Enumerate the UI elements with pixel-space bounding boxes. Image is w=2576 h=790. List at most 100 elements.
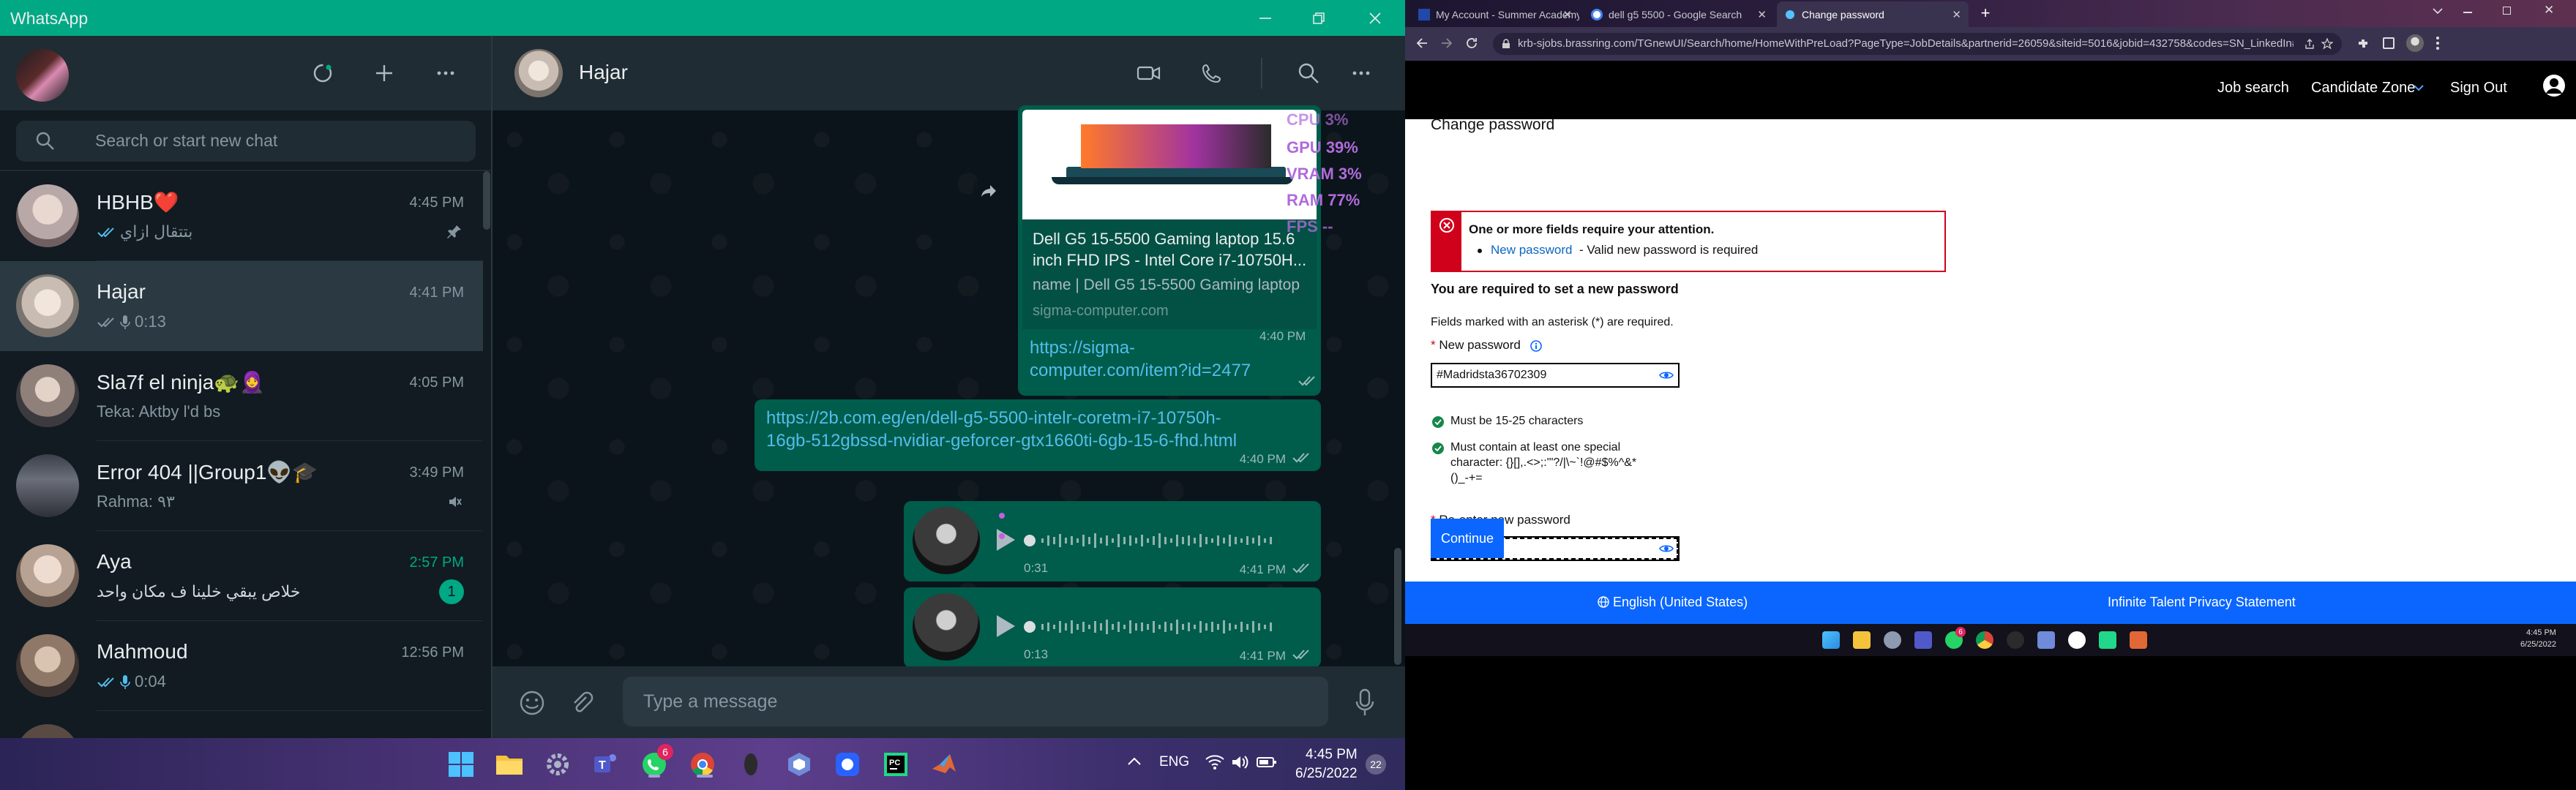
new-tab-button[interactable]: +: [1976, 4, 1995, 23]
menu-icon[interactable]: [2435, 36, 2440, 50]
message-link-text[interactable]: https://sigma-computer.com/item?id=2477: [1030, 338, 1251, 380]
user-icon[interactable]: [2542, 74, 2566, 97]
minimize-button[interactable]: [2463, 12, 2472, 13]
forward-icon[interactable]: [973, 175, 1005, 207]
chevron-down-icon[interactable]: [2433, 7, 2443, 15]
chat-item-error-404[interactable]: Error 404 ||Group1👽🎓 3:49 PM Rahma: ٩٣: [0, 441, 483, 531]
app-icon[interactable]: [2037, 631, 2055, 649]
battery-icon[interactable]: [1256, 754, 1278, 770]
lock-icon[interactable]: [1502, 39, 1510, 49]
sidebar-scrollbar[interactable]: [483, 171, 490, 230]
eye-icon[interactable]: [1659, 370, 1674, 380]
back-icon[interactable]: [1415, 37, 1429, 50]
minimize-button[interactable]: [1237, 0, 1294, 36]
teams-icon[interactable]: T: [588, 747, 624, 782]
menu-icon[interactable]: [427, 55, 464, 91]
app-icon[interactable]: [733, 747, 768, 782]
whatsapp-icon[interactable]: 6: [1945, 627, 1966, 649]
voice-call-icon[interactable]: [1194, 55, 1230, 91]
restore-button[interactable]: [1290, 0, 1347, 36]
clock-time[interactable]: 4:45 PM: [1306, 747, 1358, 763]
pycharm-icon[interactable]: [2099, 631, 2116, 649]
attach-icon[interactable]: [569, 690, 595, 716]
close-icon[interactable]: ✕: [1757, 8, 1767, 21]
chat-item-aya[interactable]: Aya 2:57 PM خلاص يبقي خلينا ف مكان واحد …: [0, 531, 483, 621]
address-bar[interactable]: krb-sjobs.brassring.com/TGnewUI/Search/h…: [1493, 33, 2342, 55]
app-icon[interactable]: [782, 747, 817, 782]
close-button[interactable]: [1347, 0, 1404, 36]
chat-item-mahmoud[interactable]: Mahmoud 12:56 PM 0:04: [0, 621, 483, 711]
language-indicator[interactable]: ENG: [1159, 754, 1189, 770]
restore-button[interactable]: [2503, 7, 2511, 15]
sidepanel-icon[interactable]: [2383, 37, 2395, 49]
message-input[interactable]: Type a message: [623, 677, 1328, 726]
search-input[interactable]: Search or start new chat: [16, 121, 476, 162]
message-link-text[interactable]: https://2b.com.eg/en/dell-g5-5500-intelr…: [766, 408, 1237, 451]
chat-item-hbhb[interactable]: HBHB❤️ 4:45 PM بتتقال ازاي: [0, 171, 483, 261]
message-link[interactable]: https://sigma-computer.com/item?id=2477: [1030, 336, 1278, 382]
play-icon[interactable]: [995, 527, 1016, 552]
wifi-icon[interactable]: [1205, 753, 1225, 770]
share-icon[interactable]: [2304, 38, 2315, 50]
waveform[interactable]: [1024, 612, 1405, 642]
search-icon[interactable]: [1290, 55, 1327, 91]
microphone-icon[interactable]: [1355, 688, 1375, 718]
extensions-icon[interactable]: [2356, 37, 2370, 50]
chevron-down-icon[interactable]: [2414, 84, 2424, 91]
app-icon[interactable]: [2007, 631, 2024, 649]
link-preview-message[interactable]: Dell G5 15-5500 Gaming laptop 15.6 inch …: [1018, 105, 1321, 396]
start-icon[interactable]: [1822, 631, 1840, 649]
conversation-scrollbar[interactable]: [1394, 548, 1401, 665]
my-avatar[interactable]: [16, 49, 69, 102]
tab-my-account[interactable]: My Account - Summer Academy ✕: [1409, 1, 1579, 27]
contact-name[interactable]: Hajar: [579, 61, 628, 84]
profile-avatar[interactable]: [2406, 34, 2424, 52]
file-explorer-icon[interactable]: [1853, 631, 1871, 649]
clock-date[interactable]: 6/25/2022: [1295, 766, 1358, 782]
notification-count[interactable]: 22: [1366, 754, 1386, 775]
close-icon[interactable]: ✕: [1562, 8, 1572, 21]
settings-icon[interactable]: [540, 747, 575, 782]
chat-item-partial[interactable]: [0, 711, 483, 738]
chat-item-hajar[interactable]: Hajar 4:41 PM 0:13: [0, 261, 483, 351]
nav-job-search[interactable]: Job search: [2217, 80, 2289, 97]
message-link[interactable]: https://2b.com.eg/en/dell-g5-5500-intelr…: [766, 407, 1264, 452]
clock-date[interactable]: 6/25/2022: [2520, 640, 2556, 649]
info-icon[interactable]: [1530, 339, 1542, 352]
contact-avatar[interactable]: [514, 49, 563, 97]
new-chat-icon[interactable]: [366, 55, 402, 91]
url-text[interactable]: krb-sjobs.brassring.com/TGnewUI/Search/h…: [1518, 37, 2294, 50]
play-icon[interactable]: [995, 614, 1016, 639]
chrome-icon[interactable]: [685, 747, 720, 782]
close-button[interactable]: ✕: [2544, 3, 2554, 18]
chrome-icon[interactable]: [1976, 631, 1993, 649]
link-preview-card[interactable]: Dell G5 15-5500 Gaming laptop 15.6 inch …: [1022, 219, 1317, 329]
star-icon[interactable]: [2321, 38, 2333, 50]
chat-item-sla7f[interactable]: Sla7f el ninja🐢🧕 4:05 PM Teka: Aktby l'd…: [0, 351, 483, 441]
settings-icon[interactable]: [1884, 631, 1901, 649]
file-explorer-icon[interactable]: [492, 747, 527, 782]
chevron-up-icon[interactable]: [1127, 756, 1142, 766]
video-call-icon[interactable]: [1131, 55, 1167, 91]
nav-sign-out[interactable]: Sign Out: [2450, 80, 2507, 97]
teams-icon[interactable]: [1914, 631, 1932, 649]
matlab-icon[interactable]: [926, 747, 962, 782]
voice-message[interactable]: 0:13 4:41 PM: [904, 587, 1321, 668]
new-password-input[interactable]: #Madridsta36702309: [1431, 363, 1680, 388]
tab-google-search[interactable]: dell g5 5500 - Google Search ✕: [1582, 1, 1774, 27]
matlab-icon[interactable]: [2130, 631, 2147, 649]
clock-time[interactable]: 4:45 PM: [2526, 628, 2556, 637]
tab-change-password[interactable]: Change password ✕: [1777, 1, 1969, 27]
continue-button[interactable]: Continue: [1431, 519, 1504, 558]
start-icon[interactable]: [443, 747, 479, 782]
pycharm-icon[interactable]: PC: [878, 747, 913, 782]
whatsapp-icon[interactable]: 6: [637, 744, 673, 782]
status-icon[interactable]: [304, 55, 341, 91]
app-icon[interactable]: [2068, 631, 2086, 649]
link-preview-image[interactable]: [1022, 110, 1317, 219]
emoji-icon[interactable]: [519, 690, 545, 716]
link-message[interactable]: https://2b.com.eg/en/dell-g5-5500-intelr…: [755, 399, 1321, 471]
reload-icon[interactable]: [1465, 37, 1478, 50]
volume-icon[interactable]: [1231, 754, 1250, 770]
error-item-link[interactable]: New password: [1491, 243, 1573, 257]
